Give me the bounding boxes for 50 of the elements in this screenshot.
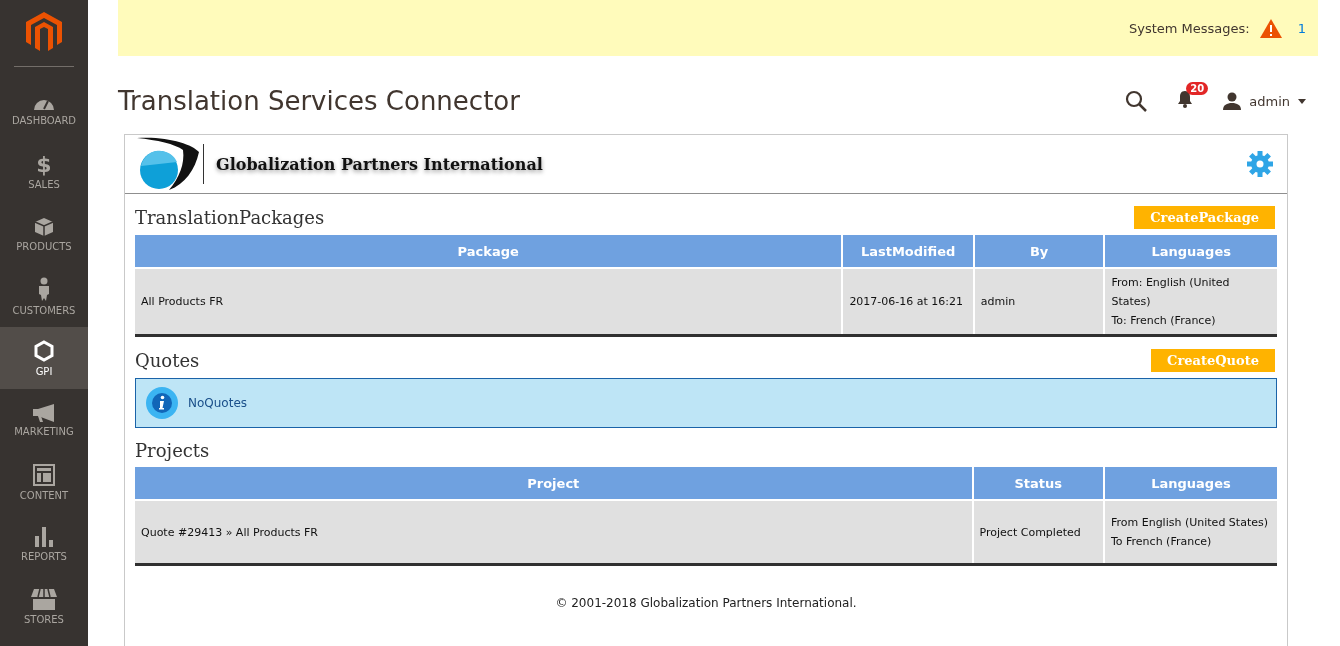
user-icon (1223, 92, 1242, 110)
column-header: LastModified (842, 235, 974, 268)
table-cell: admin (973, 268, 1105, 336)
section-title: Projects (135, 440, 210, 461)
megaphone-icon (32, 403, 56, 422)
hexagon-logo-icon[interactable] (26, 12, 62, 52)
storefront-icon (31, 587, 57, 610)
sidebar-item[interactable]: GPI (0, 327, 88, 389)
person-icon (37, 276, 51, 301)
table-cell: Quote #29413 » All Products FR (135, 500, 973, 565)
sidebar-item[interactable]: CONTENT (0, 451, 88, 513)
bar-chart-icon (34, 526, 54, 547)
box-icon (34, 216, 54, 237)
column-header: Languages (1104, 235, 1277, 268)
search-icon[interactable] (1125, 90, 1148, 112)
sidebar-item[interactable]: PRODUCTS (0, 203, 88, 265)
hexagon-icon (34, 339, 54, 362)
system-messages-label: System Messages: (1128, 20, 1250, 36)
brand-name: Globalization Partners International (216, 154, 544, 174)
caret-icon (1298, 98, 1306, 104)
section-title: Quotes (135, 350, 200, 371)
column-header: Project (135, 467, 973, 500)
warning-icon (1259, 18, 1282, 38)
table-cell: 2017-06-16 at 16:21 (842, 268, 974, 336)
column-header: By (973, 235, 1105, 268)
sidebar-item[interactable]: DASHBOARD (0, 79, 88, 141)
table-cell: Project Completed (972, 500, 1104, 565)
info-icon (146, 387, 178, 419)
column-header: Status (972, 467, 1104, 500)
sidebar-item[interactable]: STORES (0, 575, 88, 637)
table-cell: All Products FR (135, 268, 843, 336)
languages-cell: From English (United States) To French (France) (1103, 500, 1277, 565)
sidebar-item[interactable]: CUSTOMERS (0, 265, 88, 327)
sidebar-item[interactable]: $ SALES (0, 141, 88, 203)
column-header: Languages (1103, 467, 1277, 500)
section-title: TranslationPackages (135, 207, 325, 228)
info-message: NoQuotes (188, 396, 248, 410)
dollar-icon: $ (36, 154, 52, 175)
layout-icon (33, 463, 55, 486)
copyright-footer: © 2001-2018 Globalization Partners International. (125, 596, 1287, 610)
settings-icon[interactable] (1247, 151, 1273, 177)
user-menu[interactable]: admin (1223, 92, 1306, 110)
sidebar-item[interactable]: MARKETING (0, 389, 88, 451)
system-messages-count[interactable]: 1 (1297, 20, 1306, 36)
sidebar-item[interactable]: REPORTS (0, 513, 88, 575)
page-title: Translation Services Connector (118, 86, 521, 116)
bell-icon[interactable] (1177, 90, 1194, 108)
column-header: Package (135, 235, 843, 268)
notification-count: 20 (1186, 82, 1209, 95)
languages-cell: From: English (United States) To: French (France) (1104, 268, 1277, 336)
